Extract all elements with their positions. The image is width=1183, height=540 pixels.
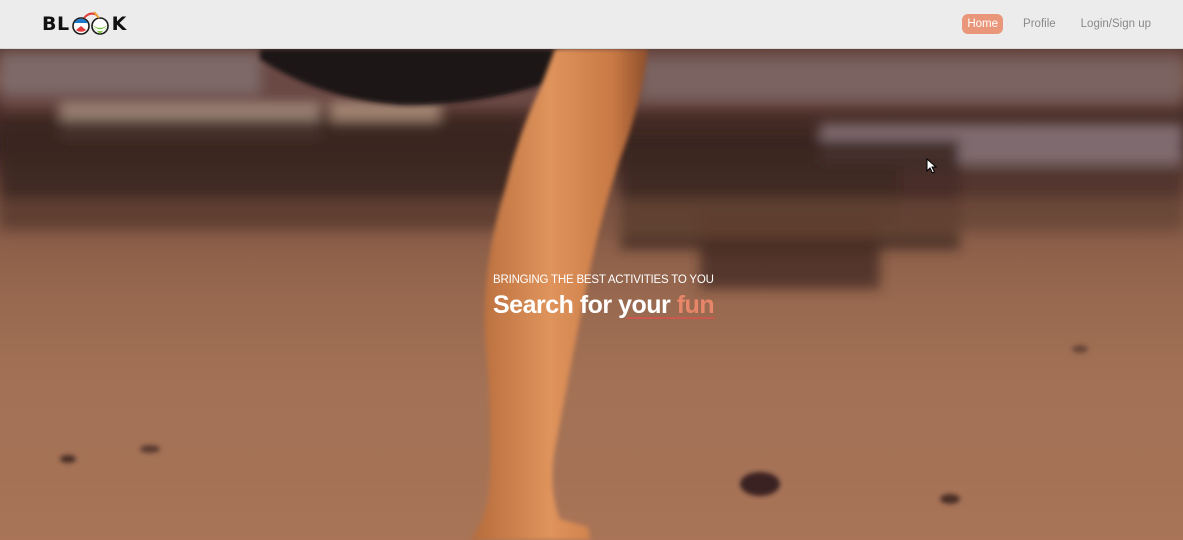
nav-login-signup[interactable]: Login/Sign up xyxy=(1076,14,1156,34)
nav-home[interactable]: Home xyxy=(962,14,1004,34)
navbar: BL K Home Profile Login/Sign up xyxy=(0,0,1183,49)
hero-title-prefix: Search for your xyxy=(493,291,677,319)
mouse-cursor-icon xyxy=(926,158,938,174)
logo-icon xyxy=(71,11,109,35)
hero-title-underline xyxy=(627,317,715,319)
hero-title-accent: fun xyxy=(676,291,715,319)
brand-name-right: K xyxy=(111,13,127,35)
hero-tagline: BRINGING THE BEST ACTIVITIES TO YOU xyxy=(493,274,714,286)
main-nav: Home Profile Login/Sign up xyxy=(947,14,1156,34)
page: BL K Home Profile Login/Sign up BRINGING… xyxy=(0,0,1183,540)
hero-title: Search for your fun xyxy=(493,290,715,320)
hero-section: BRINGING THE BEST ACTIVITIES TO YOU Sear… xyxy=(0,49,1183,540)
hero-text: BRINGING THE BEST ACTIVITIES TO YOU Sear… xyxy=(493,273,715,320)
nav-profile[interactable]: Profile xyxy=(1018,14,1061,34)
brand-name-left: BL xyxy=(42,13,70,35)
brand-logo[interactable]: BL K xyxy=(42,9,127,39)
